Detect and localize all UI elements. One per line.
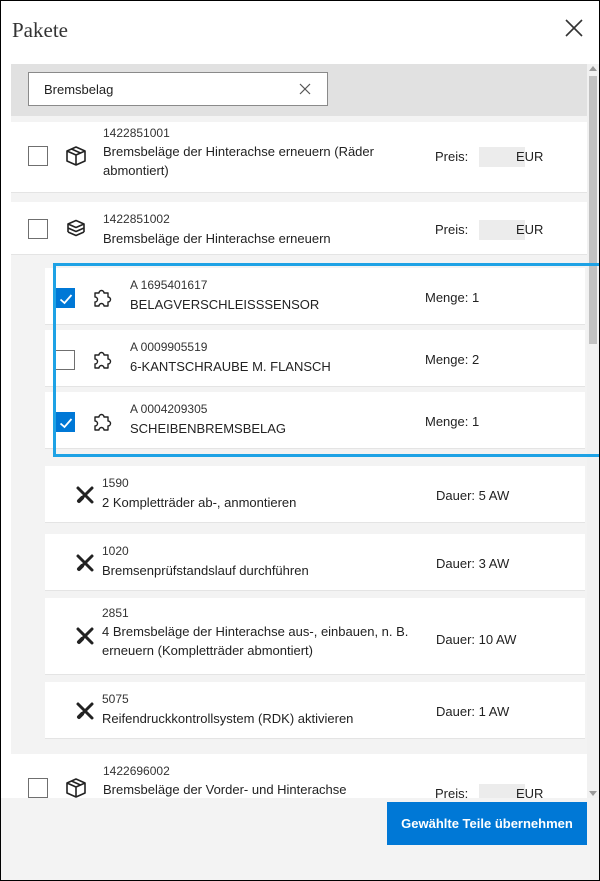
- package-list[interactable]: Bremsbelag 1422851001 Bremsbeläge der Hi…: [11, 64, 587, 798]
- package-number: 1422696002: [103, 764, 170, 778]
- part-row[interactable]: A 0004209305 SCHEIBENBREMSBELAG Menge: 1: [45, 392, 585, 448]
- scroll-up-arrow-icon[interactable]: [589, 66, 597, 71]
- packages-dialog: Pakete Bremsbelag 1422851001 Bremsbeläge…: [0, 0, 600, 881]
- part-row[interactable]: A 0009905519 6-KANTSCHRAUBE M. FLANSCH M…: [45, 330, 585, 386]
- package-description: Bremsbeläge der Hinterachse erneuern: [103, 231, 331, 246]
- package-row[interactable]: 1422696002 Bremsbeläge der Vorder- und H…: [11, 754, 587, 798]
- search-bar: Bremsbelag: [11, 64, 587, 116]
- checkmark-icon: [59, 294, 73, 305]
- labor-description: Bremsenprüfstandslauf durchführen: [102, 563, 309, 578]
- currency-label: EUR: [516, 222, 544, 237]
- labor-number: 2851: [102, 606, 129, 620]
- price-label: Preis:: [435, 222, 469, 237]
- labor-description: 4 Bremsbeläge der Hinterachse aus-, einb…: [102, 624, 409, 658]
- tools-icon: [76, 486, 94, 504]
- labor-row: 5075 Reifendruckkontrollsystem (RDK) akt…: [45, 682, 585, 738]
- apply-selected-parts-button[interactable]: Gewählte Teile übernehmen: [387, 802, 587, 845]
- package-checkbox[interactable]: [28, 778, 48, 798]
- quantity-label: Menge: 2: [425, 352, 480, 367]
- part-description: SCHEIBENBREMSBELAG: [130, 421, 287, 436]
- tools-icon: [76, 702, 94, 720]
- dialog-header: Pakete: [1, 1, 599, 63]
- labor-number: 5075: [102, 692, 129, 706]
- duration-label: Dauer: 10 AW: [436, 632, 517, 647]
- box-icon: [66, 146, 86, 166]
- dialog-footer: Gewählte Teile übernehmen: [1, 798, 599, 880]
- part-number: A 0009905519: [130, 340, 208, 354]
- box-icon: [66, 778, 86, 798]
- labor-row: 2851 4 Bremsbeläge der Hinterachse aus-,…: [45, 598, 585, 674]
- labor-row: 1590 2 Kompletträder ab-, anmontieren Da…: [45, 466, 585, 522]
- dialog-title: Pakete: [12, 18, 68, 42]
- currency-label: EUR: [516, 786, 544, 798]
- box-stack-icon: [67, 219, 85, 237]
- price-label: Preis:: [435, 149, 469, 164]
- labor-row: 1020 Bremsenprüfstandslauf durchführen D…: [45, 534, 585, 590]
- labor-description: Reifendruckkontrollsystem (RDK) aktivier…: [102, 711, 354, 726]
- part-number: A 0004209305: [130, 402, 208, 416]
- search-value: Bremsbelag: [44, 82, 114, 97]
- vertical-scrollbar[interactable]: [587, 64, 599, 798]
- part-number: A 1695401617: [130, 278, 208, 292]
- close-icon[interactable]: [561, 15, 587, 41]
- scrollbar-thumb[interactable]: [589, 76, 597, 344]
- price-label: Preis:: [435, 786, 469, 798]
- tools-icon: [76, 554, 94, 572]
- part-row[interactable]: A 1695401617 BELAGVERSCHLEISSSENSOR Meng…: [45, 268, 585, 324]
- duration-label: Dauer: 5 AW: [436, 488, 510, 503]
- package-description: Bremsbeläge der Hinterachse erneuern (Rä…: [103, 144, 374, 178]
- checkmark-icon: [59, 418, 73, 429]
- scroll-down-arrow-icon[interactable]: [589, 791, 597, 796]
- package-number: 1422851001: [103, 126, 170, 140]
- part-checkbox[interactable]: [55, 350, 75, 370]
- puzzle-icon: [94, 413, 112, 431]
- quantity-label: Menge: 1: [425, 290, 480, 305]
- package-checkbox[interactable]: [28, 146, 48, 166]
- part-description: 6-KANTSCHRAUBE M. FLANSCH: [130, 359, 331, 374]
- labor-number: 1020: [102, 544, 129, 558]
- puzzle-icon: [94, 351, 112, 369]
- package-row[interactable]: 1422851002 Bremsbeläge der Hinterachse e…: [11, 202, 587, 254]
- part-checkbox[interactable]: [55, 288, 75, 308]
- quantity-label: Menge: 1: [425, 414, 480, 429]
- duration-label: Dauer: 3 AW: [436, 556, 510, 571]
- package-checkbox[interactable]: [28, 219, 48, 239]
- labor-number: 1590: [102, 476, 129, 490]
- package-description: Bremsbeläge der Vorder- und Hinterachse …: [103, 782, 347, 797]
- duration-label: Dauer: 1 AW: [436, 704, 510, 719]
- labor-description: 2 Kompletträder ab-, anmontieren: [102, 495, 297, 510]
- tools-icon: [76, 627, 94, 645]
- currency-label: EUR: [516, 149, 544, 164]
- clear-search-icon[interactable]: [297, 81, 313, 97]
- package-row[interactable]: 1422851001 Bremsbeläge der Hinterachse e…: [11, 122, 587, 192]
- package-number: 1422851002: [103, 212, 170, 226]
- part-description: BELAGVERSCHLEISSSENSOR: [130, 297, 320, 312]
- part-checkbox[interactable]: [55, 412, 75, 432]
- puzzle-icon: [94, 289, 112, 307]
- search-input[interactable]: Bremsbelag: [28, 72, 328, 106]
